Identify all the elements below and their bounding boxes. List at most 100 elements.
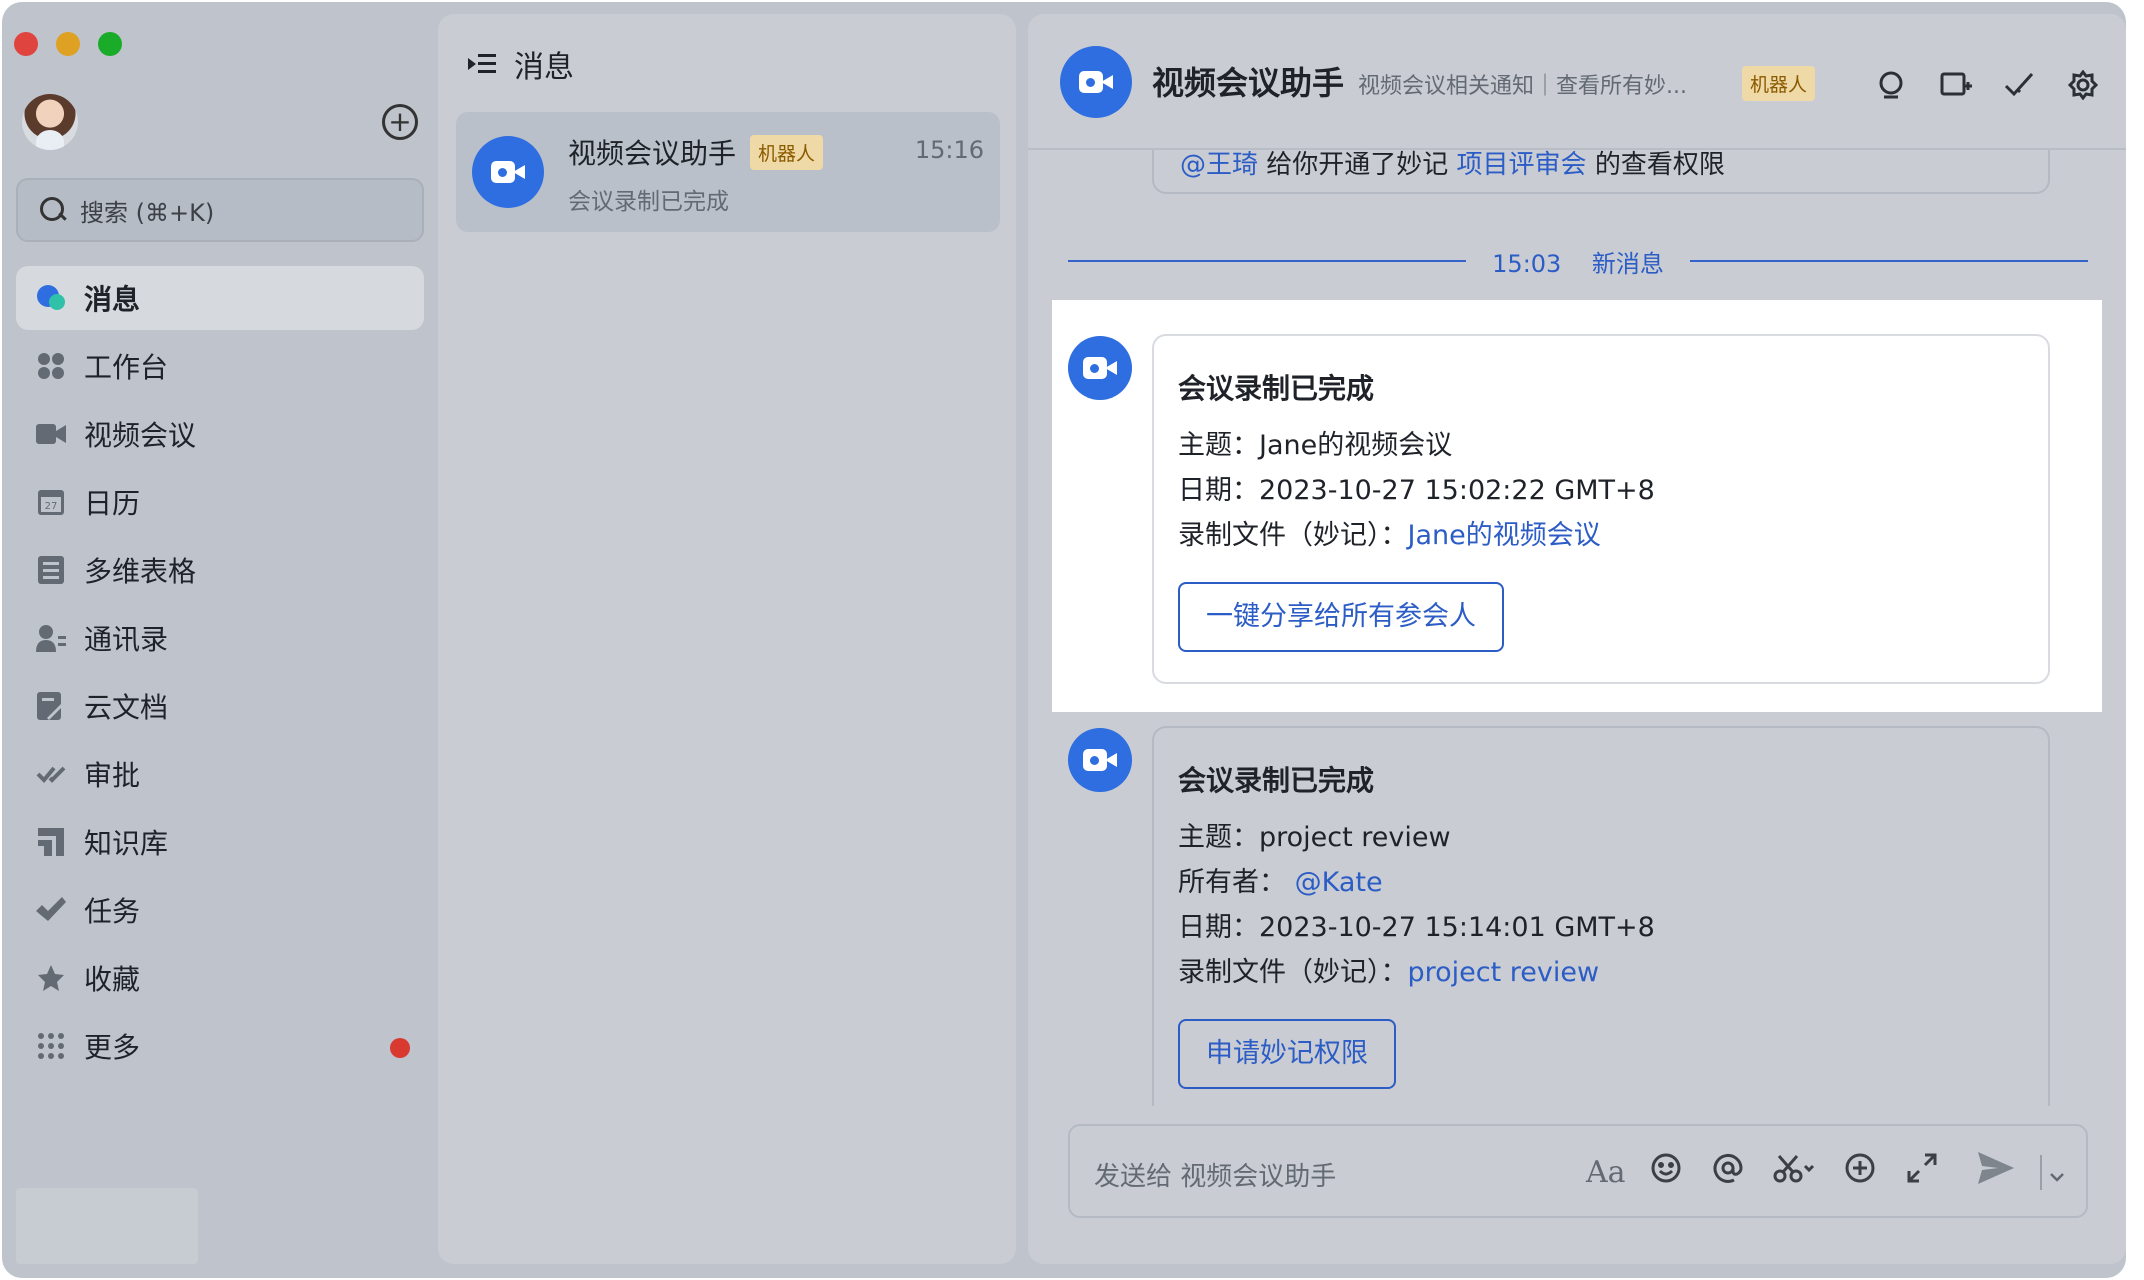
card-date-row: 日期：2023-10-27 15:02:22 GMT+8	[1178, 468, 2024, 513]
close-window-button[interactable]	[14, 32, 38, 56]
sidebar-item-label: 视频会议	[84, 419, 197, 452]
calendar-icon: 27	[36, 487, 66, 517]
sidebar-item-tasks[interactable]: 任务	[16, 878, 424, 942]
send-options-chevron-icon[interactable]	[2040, 1154, 2064, 1190]
message-icon	[36, 283, 66, 313]
mention-link[interactable]: @王琦	[1180, 150, 1258, 180]
request-permission-button[interactable]: 申请妙记权限	[1178, 1019, 1396, 1089]
sidebar-item-approval[interactable]: 审批	[16, 742, 424, 806]
conversation-description[interactable]: 视频会议相关通知｜查看所有妙...	[1358, 68, 1718, 100]
bot-avatar	[1068, 728, 1132, 792]
recording-file-link[interactable]: Jane的视频会议	[1408, 520, 1601, 551]
date-value: 2023-10-27 15:02:22 GMT+8	[1259, 475, 1655, 506]
message-composer[interactable]: 发送给 视频会议助手 Aa	[1068, 1124, 2088, 1218]
task-check-icon[interactable]	[2004, 70, 2034, 100]
settings-gear-icon[interactable]	[2067, 69, 2099, 101]
sidebar-item-messages[interactable]: 消息	[16, 266, 424, 330]
recording-file-link[interactable]: project review	[1408, 957, 1600, 988]
app-window: + 搜索 (⌘+K) 消息 工作台 视频会议 27 日历 多维表格 通讯录 云文…	[2, 2, 2126, 1278]
subject-label: 主题：	[1178, 430, 1259, 461]
file-label: 录制文件（妙记）：	[1178, 957, 1408, 988]
expand-icon[interactable]	[1904, 1153, 1940, 1191]
sidebar-item-label: 更多	[84, 1031, 141, 1064]
camera-icon	[1083, 747, 1117, 773]
conversation-title: 视频会议助手	[1152, 64, 1345, 102]
chat-list-panel: 消息 视频会议助手 机器人 15:16 会议录制已完成	[438, 14, 1016, 1264]
sidebar-item-docs[interactable]: 云文档	[16, 674, 424, 738]
chat-search-icon[interactable]	[1876, 70, 1906, 100]
text-format-icon[interactable]: Aa	[1586, 1155, 1626, 1190]
workspace-icon	[36, 351, 66, 381]
sidebar-item-workspace[interactable]: 工作台	[16, 334, 424, 398]
camera-icon	[491, 159, 525, 185]
chat-preview: 会议录制已完成	[568, 189, 729, 215]
sidebar-item-label: 审批	[84, 759, 141, 792]
card-file-row: 录制文件（妙记）：project review	[1178, 950, 2024, 995]
add-tab-icon[interactable]	[1940, 70, 1972, 100]
previous-text-tail: 的查看权限	[1586, 150, 1725, 180]
blurred-area	[16, 1188, 198, 1264]
sidebar: + 搜索 (⌘+K) 消息 工作台 视频会议 27 日历 多维表格 通讯录 云文…	[2, 2, 438, 1278]
sidebar-item-label: 工作台	[84, 351, 169, 384]
chat-list-title: 消息	[514, 50, 574, 85]
card-subject-row: 主题：project review	[1178, 815, 2024, 860]
wiki-icon	[36, 827, 66, 857]
camera-icon	[1083, 355, 1117, 381]
add-attachment-icon[interactable]	[1842, 1152, 1878, 1192]
docs-icon	[36, 691, 66, 721]
avatar[interactable]	[22, 94, 78, 150]
contacts-icon	[36, 623, 66, 653]
bot-tag: 机器人	[750, 134, 824, 170]
sidebar-item-label: 收藏	[84, 963, 141, 996]
search-placeholder: 搜索 (⌘+K)	[80, 198, 215, 227]
conversation-header: 视频会议助手 视频会议相关通知｜查看所有妙... 机器人	[1028, 14, 2126, 150]
sidebar-item-calendar[interactable]: 27 日历	[16, 470, 424, 534]
subject-value: project review	[1259, 822, 1451, 853]
composer-placeholder: 发送给 视频会议助手	[1094, 1162, 1337, 1192]
conversation-panel: @王琦 给你开通了妙记 项目评审会 的查看权限 视频会议助手 视频会议相关通知｜…	[1028, 14, 2126, 1264]
bot-tag: 机器人	[1742, 66, 1816, 101]
notification-dot	[390, 1038, 410, 1058]
sidebar-item-base[interactable]: 多维表格	[16, 538, 424, 602]
sidebar-item-contacts[interactable]: 通讯录	[16, 606, 424, 670]
owner-mention-link[interactable]: @Kate	[1295, 867, 1383, 898]
mention-icon[interactable]	[1710, 1152, 1746, 1192]
sidebar-item-wiki[interactable]: 知识库	[16, 810, 424, 874]
subject-label: 主题：	[1178, 822, 1259, 853]
maximize-window-button[interactable]	[98, 32, 122, 56]
table-icon	[36, 555, 66, 585]
recording-card: 会议录制已完成 主题：project review 所有者： @Kate 日期：…	[1152, 726, 2050, 1146]
divider-time: 15:03	[1492, 250, 1562, 278]
minimize-window-button[interactable]	[56, 32, 80, 56]
sidebar-item-label: 日历	[84, 487, 141, 520]
send-icon[interactable]	[1978, 1152, 2014, 1192]
video-icon	[36, 419, 66, 449]
owner-label: 所有者：	[1178, 867, 1286, 898]
composer-toolbar: Aa	[1586, 1152, 2064, 1192]
screenshot-scissors-icon[interactable]	[1772, 1152, 1816, 1192]
sidebar-item-label: 任务	[84, 895, 141, 928]
list-toggle-icon[interactable]	[468, 52, 496, 76]
card-owner-row: 所有者： @Kate	[1178, 860, 2024, 905]
search-input[interactable]: 搜索 (⌘+K)	[16, 178, 424, 242]
recording-card: 会议录制已完成 主题：Jane的视频会议 日期：2023-10-27 15:02…	[1152, 334, 2050, 684]
divider-label: 15:03 新消息	[1068, 244, 2088, 279]
card-subject-row: 主题：Jane的视频会议	[1178, 423, 2024, 468]
header-bot-avatar[interactable]	[1060, 46, 1132, 118]
sidebar-item-label: 通讯录	[84, 623, 169, 656]
sidebar-item-video[interactable]: 视频会议	[16, 402, 424, 466]
sidebar-item-more[interactable]: 更多	[16, 1014, 424, 1078]
subject-value: Jane的视频会议	[1259, 430, 1453, 461]
sidebar-nav: 消息 工作台 视频会议 27 日历 多维表格 通讯录 云文档 审批 知识库 任务…	[16, 266, 424, 1082]
sidebar-item-label: 知识库	[84, 827, 169, 860]
window-controls	[14, 32, 122, 56]
sidebar-item-favorites[interactable]: 收藏	[16, 946, 424, 1010]
emoji-icon[interactable]	[1648, 1152, 1684, 1192]
share-all-button[interactable]: 一键分享给所有参会人	[1178, 582, 1504, 652]
create-button[interactable]: +	[382, 104, 418, 140]
minutes-link[interactable]: 项目评审会	[1457, 150, 1587, 180]
chat-name: 视频会议助手	[568, 137, 737, 170]
bot-avatar	[1068, 336, 1132, 400]
chat-list-item[interactable]: 视频会议助手 机器人 15:16 会议录制已完成	[456, 112, 1000, 232]
file-label: 录制文件（妙记）：	[1178, 520, 1408, 551]
